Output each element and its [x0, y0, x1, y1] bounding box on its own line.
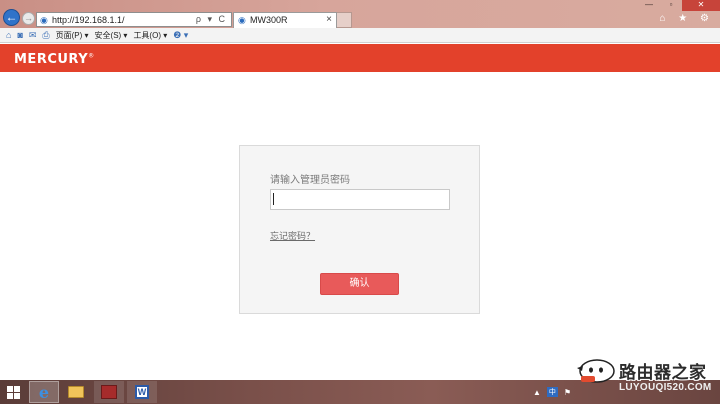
- page-menu[interactable]: 页面(P) ▾: [56, 30, 89, 41]
- folder-icon: [68, 386, 84, 398]
- taskbar-word[interactable]: W: [127, 381, 157, 403]
- back-button[interactable]: ←: [3, 9, 20, 26]
- windows-logo-icon: [6, 385, 20, 399]
- help-menu[interactable]: ❷ ▾: [173, 30, 188, 41]
- address-url[interactable]: http://192.168.1.1/: [52, 14, 125, 27]
- password-prompt: 请输入管理员密码: [270, 175, 350, 186]
- command-bar: ⌂ ◙ ✉ ⎙ 页面(P) ▾ 安全(S) ▾ 工具(O) ▾ ❷ ▾: [0, 28, 720, 43]
- address-bar[interactable]: ◉ http://192.168.1.1/ ρ ▾ C: [36, 12, 232, 27]
- watermark-cn: 路由器之家: [619, 363, 707, 382]
- login-panel: 请输入管理员密码 忘记密码？ 确认: [239, 145, 480, 314]
- maximize-button[interactable]: ▫: [660, 0, 682, 11]
- forgot-password-link[interactable]: 忘记密码？: [270, 229, 315, 242]
- tab-title: MW300R: [250, 15, 288, 25]
- minimize-button[interactable]: —: [638, 0, 660, 11]
- mail-icon[interactable]: ✉: [29, 30, 37, 41]
- taskbar-red-app[interactable]: [94, 381, 124, 403]
- browser-toolbar-icons[interactable]: ⌂ ★ ⚙: [659, 13, 714, 24]
- router-header: MERCURY®: [0, 44, 720, 72]
- tray-expand-icon[interactable]: ▲: [533, 388, 541, 397]
- password-input[interactable]: [270, 189, 450, 210]
- text-caret: [273, 193, 274, 205]
- watermark-en: LUYOUQI520.COM: [619, 382, 712, 393]
- home-icon[interactable]: ⌂: [6, 30, 11, 40]
- new-tab-button[interactable]: [337, 12, 352, 28]
- word-icon: W: [135, 385, 149, 399]
- print-icon[interactable]: ⎙: [42, 30, 49, 41]
- close-window-button[interactable]: ✕: [682, 0, 720, 11]
- taskbar-file-explorer[interactable]: [61, 381, 91, 403]
- feeds-icon[interactable]: ◙: [17, 30, 22, 40]
- taskbar-internet-explorer[interactable]: e: [29, 381, 59, 403]
- system-tray: ▲ 中 ⚑: [533, 386, 571, 398]
- browser-titlebar: ← → ◉ http://192.168.1.1/ ρ ▾ C ◉ MW300R…: [0, 0, 720, 28]
- start-button[interactable]: [3, 381, 23, 403]
- watermark-mascot-icon: [577, 359, 615, 383]
- action-center-flag-icon[interactable]: ⚑: [564, 388, 571, 397]
- tools-menu[interactable]: 工具(O) ▾: [133, 30, 167, 41]
- ie-icon: e: [38, 382, 50, 402]
- red-app-icon: [101, 385, 117, 399]
- brand-logo: MERCURY®: [14, 52, 95, 67]
- tab-close-button[interactable]: ×: [326, 14, 332, 25]
- confirm-button[interactable]: 确认: [320, 273, 399, 295]
- safety-menu[interactable]: 安全(S) ▾: [95, 30, 128, 41]
- ime-indicator[interactable]: 中: [546, 387, 558, 397]
- address-controls[interactable]: ρ ▾ C: [196, 13, 227, 26]
- tab-favicon-icon: ◉: [238, 15, 246, 25]
- window-controls: — ▫ ✕: [638, 0, 720, 11]
- page-favicon-icon: ◉: [40, 15, 48, 25]
- tab-mw300r[interactable]: ◉ MW300R ×: [233, 12, 337, 28]
- forward-button[interactable]: →: [22, 12, 35, 25]
